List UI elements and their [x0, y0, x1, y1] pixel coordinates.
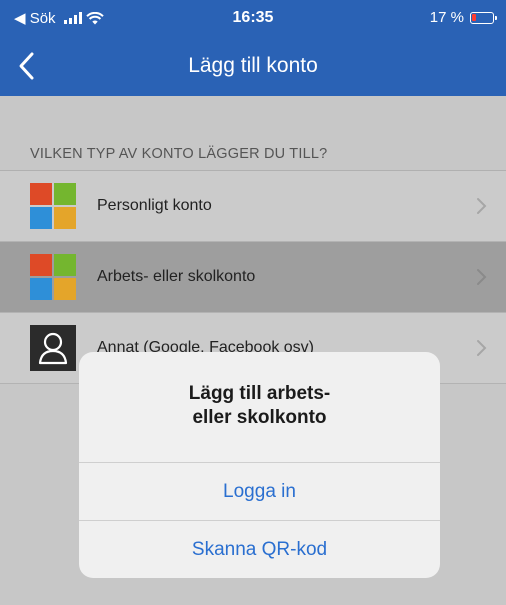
- microsoft-logo-icon: [30, 254, 76, 300]
- chevron-right-icon: [477, 198, 487, 214]
- account-option-label: Personligt konto: [97, 197, 212, 214]
- status-bar: ◀ Sök 16:35 17 %: [0, 0, 506, 36]
- action-sheet-title: Lägg till arbets- eller skolkonto: [79, 382, 440, 430]
- person-icon: [30, 325, 76, 371]
- chevron-right-icon: [477, 340, 487, 356]
- chevron-right-icon: [477, 269, 487, 285]
- page-title: Lägg till konto: [188, 54, 318, 77]
- microsoft-logo-icon: [30, 183, 76, 229]
- account-option-label: Arbets- eller skolkonto: [97, 268, 256, 285]
- sign-in-button[interactable]: Logga in: [79, 462, 440, 521]
- action-sheet-title-line1: Lägg till arbets-: [188, 383, 331, 404]
- battery-percent: 17 %: [429, 9, 464, 26]
- status-right: 17 %: [429, 9, 497, 26]
- scan-qr-button[interactable]: Skanna QR-kod: [79, 520, 440, 578]
- account-option-work-school[interactable]: Arbets- eller skolkonto: [0, 242, 506, 313]
- navigation-bar: Lägg till konto: [0, 36, 506, 96]
- battery-icon: [470, 11, 497, 24]
- action-sheet: Lägg till arbets- eller skolkonto Logga …: [79, 352, 440, 578]
- section-header: VILKEN TYP AV KONTO LÄGGER DU TILL?: [30, 146, 328, 162]
- action-sheet-title-line2: eller skolkonto: [192, 407, 327, 428]
- account-option-personal[interactable]: Personligt konto: [0, 171, 506, 242]
